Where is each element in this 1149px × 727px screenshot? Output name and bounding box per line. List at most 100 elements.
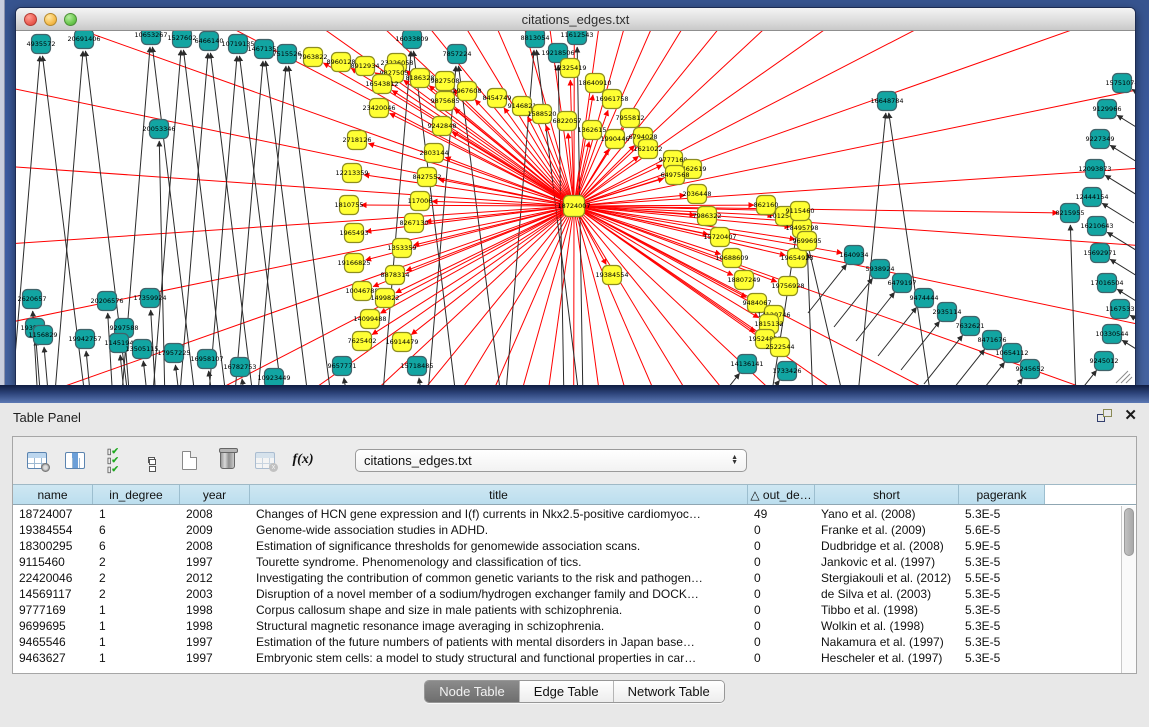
svg-text:16648784: 16648784 bbox=[870, 97, 903, 105]
graph-node[interactable]: 16782753 bbox=[223, 358, 256, 377]
node-table: namein_degreeyeartitle△ out_de…shortpage… bbox=[13, 484, 1136, 673]
graph-node[interactable]: 1353359 bbox=[388, 239, 417, 258]
table-rows-area[interactable]: 1872400712008Changes of HCN gene express… bbox=[13, 506, 1121, 673]
svg-text:6479197: 6479197 bbox=[888, 279, 917, 287]
table-row[interactable]: 946554611997Estimation of the future num… bbox=[13, 634, 1121, 650]
create-column-button[interactable] bbox=[177, 448, 201, 472]
graph-node[interactable]: 15751074 bbox=[1105, 74, 1135, 93]
graph-node[interactable]: 8813054 bbox=[521, 31, 550, 48]
graph-node[interactable]: 20053346 bbox=[142, 120, 175, 139]
table-row[interactable]: 1872400712008Changes of HCN gene express… bbox=[13, 506, 1121, 522]
delete-column-button[interactable] bbox=[215, 448, 239, 472]
tab-edge-table[interactable]: Edge Table bbox=[519, 681, 613, 702]
graph-node[interactable]: 10688609 bbox=[715, 249, 748, 268]
graph-node[interactable]: 19654923 bbox=[780, 249, 813, 268]
graph-node[interactable]: 2935114 bbox=[933, 303, 962, 322]
vertical-scrollbar[interactable] bbox=[1121, 506, 1136, 673]
svg-text:15751074: 15751074 bbox=[1105, 79, 1135, 87]
graph-node[interactable]: 2036448 bbox=[683, 185, 712, 204]
split-pane-divider[interactable] bbox=[0, 0, 5, 403]
table-mode-button[interactable] bbox=[25, 448, 49, 472]
table-row[interactable]: 1938455462009Genome-wide association stu… bbox=[13, 522, 1121, 538]
graph-node[interactable]: 2718126 bbox=[343, 131, 372, 150]
graph-node[interactable]: 20206576 bbox=[90, 292, 123, 311]
graph-node[interactable]: 1810755 bbox=[335, 196, 364, 215]
graph-node[interactable]: 9657771 bbox=[328, 357, 357, 376]
graph-node[interactable]: 10923449 bbox=[257, 369, 290, 386]
scrollbar-thumb[interactable] bbox=[1124, 508, 1134, 556]
table-row[interactable]: 946362711997Embryonic stem cells: a mode… bbox=[13, 650, 1121, 666]
graph-node[interactable]: 20691406 bbox=[67, 31, 100, 49]
graph-node[interactable]: 2620657 bbox=[18, 290, 47, 309]
graph-node[interactable]: 8471676 bbox=[978, 331, 1007, 350]
graph-node[interactable]: 1527602 bbox=[168, 31, 197, 48]
table-row[interactable]: 969969511998Structural magnetic resonanc… bbox=[13, 618, 1121, 634]
graph-node[interactable]: 7632621 bbox=[956, 317, 985, 336]
network-view-window[interactable]: citations_edges.txt 4935572206 bbox=[15, 7, 1136, 385]
graph-node[interactable]: 9245652 bbox=[1016, 360, 1045, 379]
graph-node[interactable]: 6466140 bbox=[195, 32, 224, 51]
svg-text:19942757: 19942757 bbox=[68, 335, 101, 343]
function-builder-button[interactable]: f(x) bbox=[291, 448, 315, 472]
float-panel-icon[interactable] bbox=[1097, 409, 1112, 422]
select-columns-button[interactable]: ▯✔▯✔▯✔ bbox=[101, 448, 125, 472]
row-height-button[interactable] bbox=[139, 448, 163, 472]
graph-node[interactable]: 15720407 bbox=[703, 228, 736, 247]
graph-node[interactable]: 16958107 bbox=[190, 350, 223, 369]
graph-node[interactable]: 4935572 bbox=[27, 35, 56, 54]
graph-node[interactable]: 7963822 bbox=[299, 48, 328, 67]
graph-node[interactable]: 8215955 bbox=[1056, 204, 1085, 223]
column-header-title[interactable]: title bbox=[250, 485, 748, 504]
graph-node[interactable]: 9474444 bbox=[910, 289, 939, 308]
show-columns-button[interactable] bbox=[63, 448, 87, 472]
graph-node[interactable]: 19384554 bbox=[595, 266, 628, 285]
graph-node[interactable]: 16648784 bbox=[870, 92, 903, 111]
svg-text:2620657: 2620657 bbox=[18, 295, 47, 303]
graph-node[interactable]: 9245012 bbox=[1090, 352, 1119, 371]
column-header-out_de[interactable]: △ out_de… bbox=[748, 485, 815, 504]
column-header-pagerank[interactable]: pagerank bbox=[959, 485, 1045, 504]
svg-text:20691406: 20691406 bbox=[67, 35, 100, 43]
column-header-year[interactable]: year bbox=[180, 485, 250, 504]
table-row[interactable]: 2242004622012Investigating the contribut… bbox=[13, 570, 1121, 586]
graph-node[interactable]: 12213359 bbox=[335, 164, 368, 183]
column-header-filler bbox=[1045, 485, 1136, 504]
tab-network-table[interactable]: Network Table bbox=[613, 681, 724, 702]
tab-node-table[interactable]: Node Table bbox=[425, 681, 519, 702]
table-row[interactable]: 1830029562008Estimation of significance … bbox=[13, 538, 1121, 554]
graph-node[interactable]: 10653267 bbox=[134, 31, 167, 45]
graph-node[interactable]: 16033809 bbox=[395, 31, 428, 49]
close-panel-icon[interactable]: ✕ bbox=[1124, 409, 1137, 422]
network-window-titlebar[interactable]: citations_edges.txt bbox=[16, 8, 1135, 31]
svg-text:7632621: 7632621 bbox=[956, 322, 985, 330]
graph-node[interactable]: 19166825 bbox=[337, 254, 370, 273]
graph-node[interactable]: 19942757 bbox=[68, 330, 101, 349]
table-row[interactable]: 911546021997Tourette syndrome. Phenomeno… bbox=[13, 554, 1121, 570]
graph-node[interactable]: 117006 bbox=[408, 192, 433, 211]
graph-node[interactable]: 7857224 bbox=[443, 45, 472, 64]
svg-text:17359924: 17359924 bbox=[133, 294, 166, 302]
table-row[interactable]: 1456911722003Disruption of a novel membe… bbox=[13, 586, 1121, 602]
delete-table-button[interactable]: x bbox=[253, 448, 277, 472]
graph-node[interactable]: 8427552 bbox=[413, 168, 442, 187]
column-header-in_degree[interactable]: in_degree bbox=[93, 485, 180, 504]
new-document-icon bbox=[182, 451, 197, 470]
svg-text:20053346: 20053346 bbox=[142, 125, 175, 133]
graph-node[interactable]: 862160 bbox=[754, 196, 779, 215]
graph-node[interactable]: 17957225 bbox=[157, 344, 190, 363]
svg-text:18495798: 18495798 bbox=[785, 224, 818, 232]
table-row[interactable]: 977716911998Corpus callosum shape and si… bbox=[13, 602, 1121, 618]
graph-node[interactable]: 1640934 bbox=[840, 246, 869, 265]
canvas-resize-grip[interactable] bbox=[1116, 371, 1132, 383]
graph-node[interactable]: 15718485 bbox=[400, 357, 433, 376]
network-window-title: citations_edges.txt bbox=[16, 12, 1135, 27]
column-header-name[interactable]: name bbox=[13, 485, 93, 504]
network-canvas[interactable]: 4935572206914061065326715276026466140107… bbox=[16, 31, 1135, 385]
graph-node[interactable]: 19756928 bbox=[771, 277, 804, 296]
column-header-short[interactable]: short bbox=[815, 485, 959, 504]
graph-node[interactable]: 11612543 bbox=[560, 31, 593, 45]
graph-node[interactable]: 1965493 bbox=[340, 224, 369, 243]
svg-text:1815132: 1815132 bbox=[755, 320, 784, 328]
network-table-select[interactable]: citations_edges.txt ▲▼ bbox=[355, 449, 747, 472]
network-desktop: citations_edges.txt 4935572206 bbox=[0, 0, 1149, 403]
